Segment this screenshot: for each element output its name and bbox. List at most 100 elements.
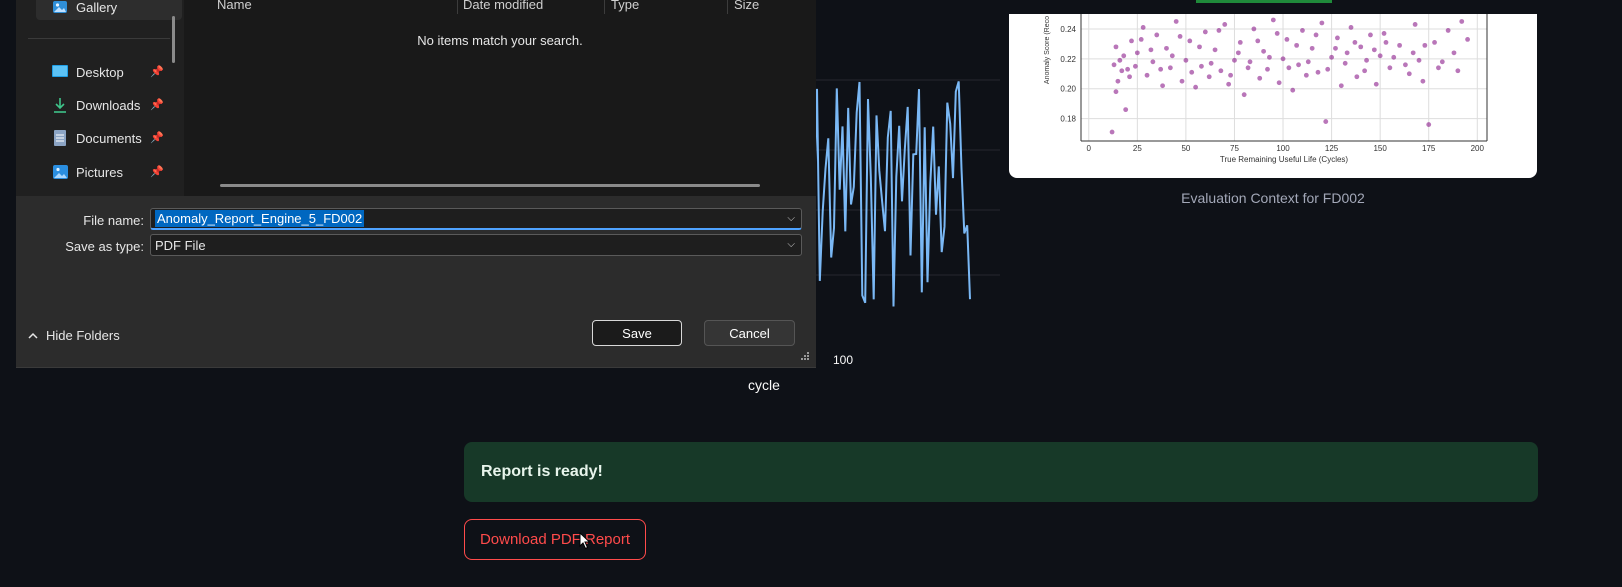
- x-tick-label: 25: [1133, 144, 1142, 153]
- scatter-point: [1132, 63, 1138, 69]
- scatter-point: [1111, 62, 1117, 68]
- pin-icon[interactable]: 📌: [150, 131, 164, 144]
- scatter-point: [1315, 69, 1321, 75]
- scatter-point: [1410, 50, 1416, 56]
- x-tick-label: 125: [1325, 144, 1339, 153]
- file-list-pane: Name Date modified Type Size No items ma…: [184, 0, 816, 196]
- nav-item-desktop[interactable]: Desktop: [52, 61, 124, 83]
- pin-icon[interactable]: 📌: [150, 98, 164, 111]
- mouse-cursor-icon: [579, 532, 591, 550]
- pin-icon[interactable]: 📌: [150, 65, 164, 78]
- scatter-point: [1354, 74, 1360, 80]
- scatter-point: [1296, 62, 1301, 68]
- scatter-point: [1189, 69, 1195, 75]
- scatter-point: [1373, 81, 1379, 87]
- scatter-point: [1284, 37, 1290, 42]
- scatter-point: [1212, 47, 1218, 53]
- scatter-point: [1154, 32, 1160, 38]
- nav-scrollbar[interactable]: [172, 16, 175, 63]
- column-header-name[interactable]: Name: [217, 0, 252, 14]
- scatter-point: [1383, 39, 1389, 45]
- scatter-point: [1222, 22, 1228, 27]
- scatter-point: [1420, 78, 1426, 84]
- scatter-plot-card: 0 25 50 75 100 125 150 175 200 0.18 0.20 0.22 0.24 Tr…: [1009, 14, 1537, 178]
- empty-message: No items match your search.: [417, 33, 583, 48]
- scatter-point: [1371, 47, 1377, 53]
- y-tick-label: 0.24: [1060, 25, 1076, 34]
- scatter-point: [1300, 28, 1305, 33]
- chevron-down-icon[interactable]: ⌵: [787, 213, 795, 224]
- pin-icon[interactable]: 📌: [150, 165, 164, 178]
- nav-item-downloads[interactable]: Downloads: [52, 94, 140, 116]
- y-tick-label: 0.22: [1060, 55, 1076, 64]
- scatter-point: [1121, 53, 1127, 59]
- nav-item-label: Documents: [76, 130, 142, 146]
- scatter-point: [1329, 54, 1334, 60]
- nav-item-label: Downloads: [76, 97, 141, 113]
- x-axis-title: True Remaining Useful Life (Cycles): [1220, 155, 1349, 164]
- scatter-point: [1290, 87, 1296, 93]
- nav-item-gallery[interactable]: Gallery: [36, 0, 182, 20]
- scatter-point: [1158, 66, 1164, 72]
- scatter-point: [1251, 26, 1257, 32]
- scatter-point: [1432, 39, 1437, 45]
- scatter-point: [1119, 68, 1125, 74]
- scatter-point: [1206, 74, 1212, 80]
- scatter-point: [1280, 56, 1286, 62]
- scatter-point: [1117, 57, 1123, 63]
- scatter-point: [1344, 50, 1350, 56]
- file-name-input[interactable]: Anomaly_Report_Engine_5_FD002 ⌵: [150, 208, 802, 230]
- scatter-point: [1125, 66, 1131, 72]
- column-divider[interactable]: [457, 0, 458, 14]
- scatter-point: [1113, 89, 1119, 95]
- scatter-plot: 0 25 50 75 100 125 150 175 200 0.18 0.20 0.22 0.24 Tr…: [1044, 14, 1488, 164]
- scatter-point: [1403, 62, 1408, 68]
- horizontal-scrollbar[interactable]: [220, 184, 760, 187]
- x-tick-label: 0: [1087, 144, 1092, 153]
- scatter-point: [1183, 57, 1189, 63]
- scatter-point: [1406, 71, 1412, 77]
- scatter-point: [1294, 42, 1300, 48]
- nav-item-documents[interactable]: Documents: [52, 127, 142, 149]
- save-type-select[interactable]: PDF File ⌵: [150, 234, 802, 256]
- x-tick-label: 100: [1276, 144, 1290, 153]
- scatter-point: [1197, 44, 1202, 50]
- scatter-caption: Evaluation Context for FD002: [1181, 190, 1365, 206]
- nav-item-label: Desktop: [76, 64, 124, 80]
- chevron-up-icon: [28, 332, 38, 339]
- column-divider[interactable]: [604, 0, 605, 14]
- y-tick-label: 0.20: [1060, 85, 1076, 94]
- hide-folders-toggle[interactable]: Hide Folders: [28, 328, 120, 343]
- scatter-point: [1333, 45, 1338, 51]
- scatter-point: [1257, 75, 1263, 81]
- column-header-date[interactable]: Date modified: [463, 0, 543, 14]
- file-name-label: File name:: [83, 213, 144, 228]
- column-header-size[interactable]: Size: [734, 0, 759, 14]
- scatter-point: [1313, 32, 1319, 38]
- column-divider[interactable]: [727, 0, 728, 14]
- cancel-button[interactable]: Cancel: [704, 320, 795, 346]
- scatter-point: [1173, 19, 1179, 24]
- download-pdf-button[interactable]: Download PDF Report: [464, 519, 646, 560]
- scatter-point: [1187, 38, 1193, 44]
- scatter-point: [1241, 92, 1247, 98]
- scatter-point: [1459, 19, 1465, 24]
- pictures-icon: [52, 164, 68, 180]
- save-button[interactable]: Save: [592, 320, 682, 346]
- chevron-down-icon[interactable]: ⌵: [787, 239, 795, 250]
- scatter-point: [1123, 107, 1129, 113]
- scatter-point: [1309, 45, 1315, 51]
- column-header-type[interactable]: Type: [611, 0, 639, 14]
- scatter-point: [1247, 59, 1253, 65]
- scatter-point: [1451, 50, 1457, 56]
- scatter-point: [1134, 50, 1140, 56]
- success-alert: Report is ready!: [464, 442, 1538, 502]
- scatter-point: [1148, 47, 1154, 53]
- resize-grip-icon[interactable]: [801, 352, 810, 361]
- desktop-icon: [52, 64, 68, 80]
- nav-item-pictures[interactable]: Pictures: [52, 161, 123, 183]
- scatter-point: [1228, 72, 1233, 78]
- scatter-point: [1342, 60, 1348, 66]
- scatter-point: [1265, 66, 1270, 72]
- scatter-point: [1358, 44, 1364, 50]
